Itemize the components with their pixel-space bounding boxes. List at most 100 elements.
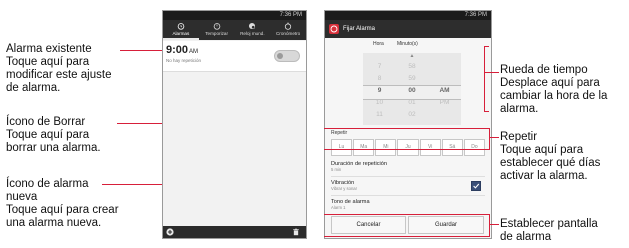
tab-timer[interactable]: Temporizar bbox=[199, 20, 235, 40]
ringtone-setting[interactable]: Tono de alarma Alarm 1 bbox=[331, 199, 485, 211]
leader-line-wheel bbox=[485, 72, 499, 73]
leader-line-new-h bbox=[102, 184, 170, 185]
existing-alarm-row[interactable]: 9:00AM No hay repetición bbox=[163, 41, 306, 72]
ampm-cell bbox=[428, 73, 461, 85]
annotation-wheel-desc-2: cambiar la hora de la bbox=[500, 90, 608, 102]
highlight-repeat-right bbox=[489, 128, 490, 150]
vibration-setting[interactable]: Vibración Vibrar y sonar bbox=[331, 180, 485, 192]
annotation-new-alarm: Ícono de alarma nueva Toque aquí para cr… bbox=[6, 178, 119, 230]
vibration-value: Vibrar y sonar bbox=[331, 186, 357, 191]
annotation-repeat-desc-2: establecer qué días bbox=[500, 157, 601, 169]
world-clock-icon bbox=[249, 22, 256, 30]
day-button-tue[interactable]: Ma bbox=[353, 139, 375, 156]
divider bbox=[331, 176, 485, 177]
annotation-existing-title: Alarma existente bbox=[6, 43, 92, 55]
day-button-fri[interactable]: Vi bbox=[419, 139, 441, 156]
annotation-existing-desc-1: Toque aquí para bbox=[6, 56, 90, 68]
clock-app-icon bbox=[329, 24, 339, 34]
tab-world-clock-label: Reloj mund. bbox=[240, 31, 265, 36]
day-button-mon[interactable]: Lu bbox=[331, 139, 353, 156]
highlight-set-right bbox=[489, 214, 490, 237]
highlight-set-top bbox=[324, 214, 490, 215]
minute-cell: 58 bbox=[408, 63, 416, 70]
annotation-delete-desc-2: borrar una alarma. bbox=[6, 142, 101, 154]
tab-world-clock[interactable]: Reloj mund. bbox=[235, 20, 271, 40]
day-button-sun[interactable]: Do bbox=[463, 139, 485, 156]
alarm-toggle[interactable] bbox=[274, 50, 300, 62]
right-phone-screen: 7:36 PM Fijar Alarma Hora Minuto(s) ▲ 7 … bbox=[324, 10, 492, 239]
hour-cell: 8 bbox=[377, 75, 382, 82]
toggle-knob bbox=[277, 53, 283, 59]
repeat-duration-value: 5 min bbox=[331, 167, 342, 172]
alarm-clock-icon bbox=[177, 23, 185, 30]
status-bar: 7:36 PM bbox=[163, 11, 306, 20]
hour-cell: 11 bbox=[376, 111, 383, 118]
annotation-new-desc-1: Toque aquí para crear bbox=[6, 204, 119, 216]
checkmark-icon bbox=[473, 183, 480, 189]
minute-cell: 02 bbox=[408, 111, 416, 118]
status-time: 7:36 PM bbox=[279, 12, 302, 18]
annotation-new-desc-2: una alarma nueva. bbox=[6, 217, 102, 229]
annotation-delete-title: Ícono de Borrar bbox=[6, 116, 86, 128]
highlight-repeat-bottom bbox=[324, 149, 490, 150]
set-alarm-header: Fijar Alarma bbox=[325, 20, 491, 38]
repeat-duration-setting[interactable]: Duración de repetición 5 min bbox=[331, 161, 485, 173]
status-time-right: 7:36 PM bbox=[464, 12, 487, 18]
ringtone-value: Alarm 1 bbox=[331, 205, 346, 210]
bracket-wheel bbox=[484, 46, 485, 112]
save-button[interactable]: Guardar bbox=[408, 216, 484, 234]
annotation-set-screen: Establecer pantalla de alarma bbox=[500, 218, 598, 244]
cancel-button[interactable]: Cancelar bbox=[331, 216, 406, 234]
add-alarm-icon[interactable] bbox=[166, 228, 174, 236]
alarm-ampm: AM bbox=[189, 49, 199, 55]
leader-line-set bbox=[489, 224, 499, 225]
annotation-wheel-title: Rueda de tiempo bbox=[500, 64, 588, 76]
annotation-wheel-desc-3: alarma. bbox=[500, 103, 539, 115]
annotation-set-title-1: Establecer pantalla bbox=[500, 218, 598, 230]
ampm-cell bbox=[428, 109, 461, 121]
minute-cell: 59 bbox=[408, 75, 416, 82]
delete-icon[interactable] bbox=[292, 228, 300, 236]
annotation-existing-desc-3: de alarma. bbox=[6, 82, 61, 94]
leader-line-repeat bbox=[489, 137, 499, 138]
annotation-new-title-2: nueva bbox=[6, 191, 38, 203]
bracket-wheel-bottom bbox=[484, 111, 489, 112]
annotation-repeat-desc-3: activar la alarma. bbox=[500, 170, 588, 182]
bottom-action-bar bbox=[163, 226, 306, 238]
alarm-repeat-subtitle: No hay repetición bbox=[166, 58, 202, 63]
tab-timer-label: Temporizar bbox=[205, 31, 228, 36]
left-phone-screen: 7:36 PM Alarmas Temporizar Reloj mund. C… bbox=[162, 10, 307, 239]
tab-alarms-label: Alarmas bbox=[172, 31, 190, 36]
day-button-sat[interactable]: Sá bbox=[441, 139, 463, 156]
annotation-wheel-desc-1: Desplace aquí para bbox=[500, 77, 600, 89]
day-button-wed[interactable]: Mi bbox=[375, 139, 397, 156]
ampm-cell bbox=[428, 61, 461, 73]
annotation-existing-desc-2: modificar este ajuste bbox=[6, 69, 112, 81]
alarm-time: 9:00AM bbox=[166, 44, 198, 56]
timer-icon bbox=[213, 23, 220, 30]
alarm-time-value: 9:00 bbox=[166, 44, 189, 56]
leader-line-existing bbox=[120, 50, 166, 51]
vibration-checkbox[interactable] bbox=[471, 181, 481, 191]
highlight-set-bottom bbox=[324, 236, 490, 237]
annotation-repeat-title: Repetir bbox=[500, 131, 538, 143]
day-button-thu[interactable]: Ju bbox=[397, 139, 419, 156]
minute-column-label: Minuto(s) bbox=[397, 41, 418, 47]
status-bar-right: 7:36 PM bbox=[325, 11, 491, 20]
repeat-days: Lu Ma Mi Ju Vi Sá Do bbox=[331, 139, 485, 156]
tab-alarms[interactable]: Alarmas bbox=[163, 20, 199, 40]
annotation-set-title-2: de alarma bbox=[500, 231, 552, 243]
annotation-repeat: Repetir Toque aquí para establecer qué d… bbox=[500, 131, 600, 183]
annotation-existing-alarm: Alarma existente Toque aquí para modific… bbox=[6, 43, 111, 95]
tab-stopwatch-label: Cronómetro bbox=[275, 31, 301, 36]
annotation-delete-desc-1: Toque aquí para bbox=[6, 129, 90, 141]
time-wheel[interactable]: ▲ 7 8 9 10 11 58 59 00 01 02 AM PM bbox=[363, 53, 461, 125]
annotation-time-wheel: Rueda de tiempo Desplace aquí para cambi… bbox=[500, 64, 607, 116]
divider bbox=[331, 195, 485, 196]
set-alarm-title: Fijar Alarma bbox=[343, 26, 376, 32]
tab-stopwatch[interactable]: Cronómetro bbox=[270, 20, 306, 40]
wheel-scroll-up-icon[interactable]: ▲ bbox=[363, 53, 461, 61]
wheel-selection-band bbox=[363, 85, 461, 100]
bracket-wheel-top bbox=[484, 46, 489, 47]
repeat-label: Repetir bbox=[331, 130, 348, 136]
